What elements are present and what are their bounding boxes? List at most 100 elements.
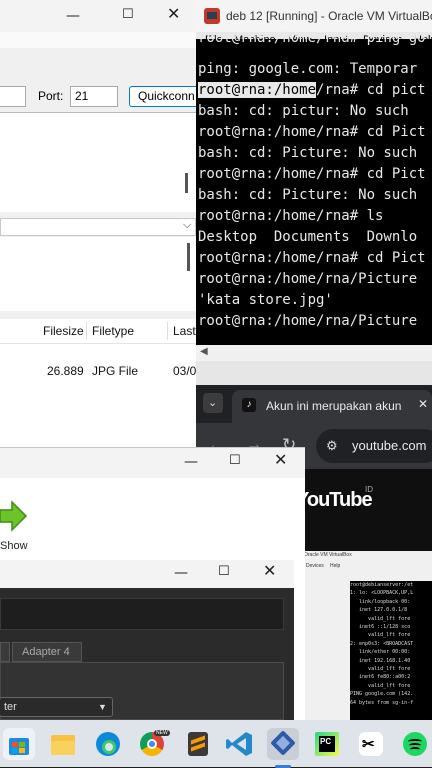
embedded-terminal-line: valid_lft fore: [350, 682, 411, 689]
close-icon[interactable]: ✕: [263, 563, 276, 579]
embedded-terminal: root@debianserver:/et 1: lo: <LOOPBACK,UP…: [350, 581, 432, 720]
arrow-right-icon[interactable]: [0, 500, 28, 532]
embedded-terminal-line: inet6 fe80::a00:2: [350, 674, 411, 681]
spotify-icon[interactable]: [399, 728, 431, 760]
tree-scrollbar[interactable]: [187, 243, 190, 271]
embedded-terminal-line: valid_lft fore: [350, 615, 411, 622]
attached-to-select[interactable]: ter ▼: [0, 697, 113, 717]
maximize-icon[interactable]: ☐: [229, 454, 241, 468]
filesize-header[interactable]: Filesize: [43, 324, 84, 338]
embedded-terminal-line: 2: enp0s3: <BROADCAST: [350, 640, 414, 647]
tab-search-button[interactable]: ⌄: [203, 393, 223, 413]
embedded-terminal-line: link/loopback 00:: [350, 598, 411, 605]
directory-tree: [0, 237, 196, 311]
table-row[interactable]: 26.889 JPG File 03/0: [0, 361, 196, 381]
toolbar-area: [0, 32, 196, 49]
tab-adapter-4[interactable]: Adapter 4: [12, 642, 82, 662]
virtualbox-taskbar-icon[interactable]: [267, 728, 299, 768]
network-settings-window: — ☐ ✕ Adapter 4 ter ▼: [0, 560, 294, 720]
settings-header-panel: [0, 598, 284, 630]
video-thumbnail[interactable]: Oracle VM VirtualBox Devices Help root@d…: [302, 551, 432, 720]
terminal-line: bash: cd: Picture: No such: [198, 145, 418, 161]
dropdown-arrow-icon: ▼: [98, 702, 107, 712]
sublime-icon[interactable]: [182, 728, 214, 760]
terminal-line: root@rna:/home/rna# cd pict: [198, 82, 426, 98]
password-field[interactable]: [0, 86, 26, 107]
select-value: ter: [4, 701, 17, 713]
chevron-down-icon: ⌵: [183, 219, 192, 231]
chevron-down-icon: ⌄: [208, 397, 218, 409]
maximize-icon[interactable]: ☐: [122, 8, 134, 22]
pycharm-icon[interactable]: PC: [311, 728, 343, 760]
quickconnect-bar: Port: 21 Quickconn: [0, 82, 196, 110]
file-size: 26.889: [47, 364, 84, 378]
file-explorer-icon[interactable]: [47, 728, 79, 760]
embedded-menu-devices: Devices: [306, 563, 324, 569]
site-info-icon[interactable]: ⚙: [326, 438, 338, 454]
close-icon[interactable]: ✕: [274, 452, 287, 468]
adapter-panel: ter ▼: [0, 662, 284, 720]
embedded-terminal-line: 1: lo: <LOOPBACK,UP,L: [350, 590, 414, 597]
embedded-terminal-line: inet6 ::1/128 sco: [350, 624, 411, 631]
tab-close-icon[interactable]: ✕: [416, 397, 431, 411]
terminal-line: bash: cd: pictur: No such: [198, 103, 409, 119]
show-toolbar: Show: [0, 478, 305, 560]
settings-titlebar: — ☐ ✕: [0, 560, 294, 588]
file-type: JPG File: [92, 364, 139, 378]
embedded-terminal-line: valid_lft fore: [350, 632, 411, 639]
taskbar: NEW PC ✂: [0, 720, 432, 768]
embedded-terminal-line: valid_lft fore: [350, 666, 411, 673]
youtube-logo[interactable]: YouTube: [296, 489, 373, 512]
splitter[interactable]: [0, 311, 196, 319]
tab-title: Akun ini merupakan akun: [266, 399, 402, 413]
filezilla-titlebar: — ☐ ✕: [0, 0, 196, 32]
maximize-icon[interactable]: ☐: [218, 565, 230, 579]
region-code: ID: [365, 485, 373, 494]
terminal-line: root@rna:/home/rna# cd Pict: [198, 124, 426, 140]
minimize-icon[interactable]: —: [174, 566, 188, 580]
address-text: youtube.com: [352, 438, 427, 453]
tab-strip: ⌄ ♪ Akun ini merupakan akun ✕: [196, 385, 432, 423]
log-scrollbar[interactable]: [185, 173, 188, 193]
terminal-line: bash: cd: Picture: No such: [198, 187, 418, 203]
show-titlebar: — ☐ ✕: [0, 448, 305, 478]
filetype-header[interactable]: Filetype: [92, 324, 134, 338]
capcut-icon[interactable]: ✂: [355, 728, 387, 760]
embedded-title: Oracle VM VirtualBox: [304, 552, 352, 558]
pycharm-label: PC: [320, 737, 332, 746]
minimize-icon[interactable]: —: [66, 9, 80, 23]
virtualbox-icon: [204, 8, 220, 24]
minimize-icon[interactable]: —: [184, 455, 198, 469]
tiktok-icon: ♪: [242, 398, 256, 412]
terminal-line: root@rna:/home/rna/Picture: [198, 313, 418, 329]
last-modified-header[interactable]: Last: [173, 324, 196, 338]
terminal-selection: root@rna:/home: [198, 82, 317, 98]
address-bar[interactable]: ⚙ youtube.com: [316, 429, 432, 463]
embedded-terminal-line: 64 bytes from sg-in-f: [350, 699, 414, 706]
show-label[interactable]: Show: [0, 540, 28, 552]
terminal-line: 'kata store.jpg': [198, 292, 333, 308]
vm-statusbar: [196, 361, 432, 385]
close-icon[interactable]: ✕: [167, 6, 180, 22]
embedded-terminal-line: PING google.com (142.: [350, 691, 414, 698]
scroll-left-icon[interactable]: ◀: [200, 346, 208, 357]
tab-adapter-3[interactable]: [0, 642, 10, 662]
terminal-line: root@rna:/home/rna# cd Pict: [198, 166, 426, 182]
port-label: Port:: [38, 89, 64, 103]
vscode-icon[interactable]: [224, 728, 256, 760]
edge-icon[interactable]: [92, 728, 124, 760]
embedded-menu-help: Help: [330, 563, 341, 569]
browser-tab[interactable]: ♪ Akun ini merupakan akun ✕: [232, 390, 432, 423]
file-list-header: Filesize Filetype Last: [0, 319, 196, 344]
terminal-screen[interactable]: root@rna:/home/rna# ping go ping: google…: [196, 30, 432, 343]
windows-store-icon[interactable]: [3, 728, 35, 760]
virtualbox-window: deb 12 [Running] - Oracle VM VirtualBox …: [196, 0, 432, 385]
quickconnect-button[interactable]: Quickconn: [129, 86, 196, 107]
port-field[interactable]: 21: [70, 86, 118, 107]
horizontal-scrollbar[interactable]: ◀: [196, 345, 432, 361]
embedded-terminal-line: inet 192.168.1.40: [350, 657, 411, 664]
local-path-dropdown[interactable]: ⌵: [0, 218, 196, 236]
file-list: Filesize Filetype Last 26.889 JPG File 0…: [0, 319, 196, 450]
toolbar-strip: [0, 48, 196, 80]
chrome-icon[interactable]: NEW: [136, 728, 170, 760]
